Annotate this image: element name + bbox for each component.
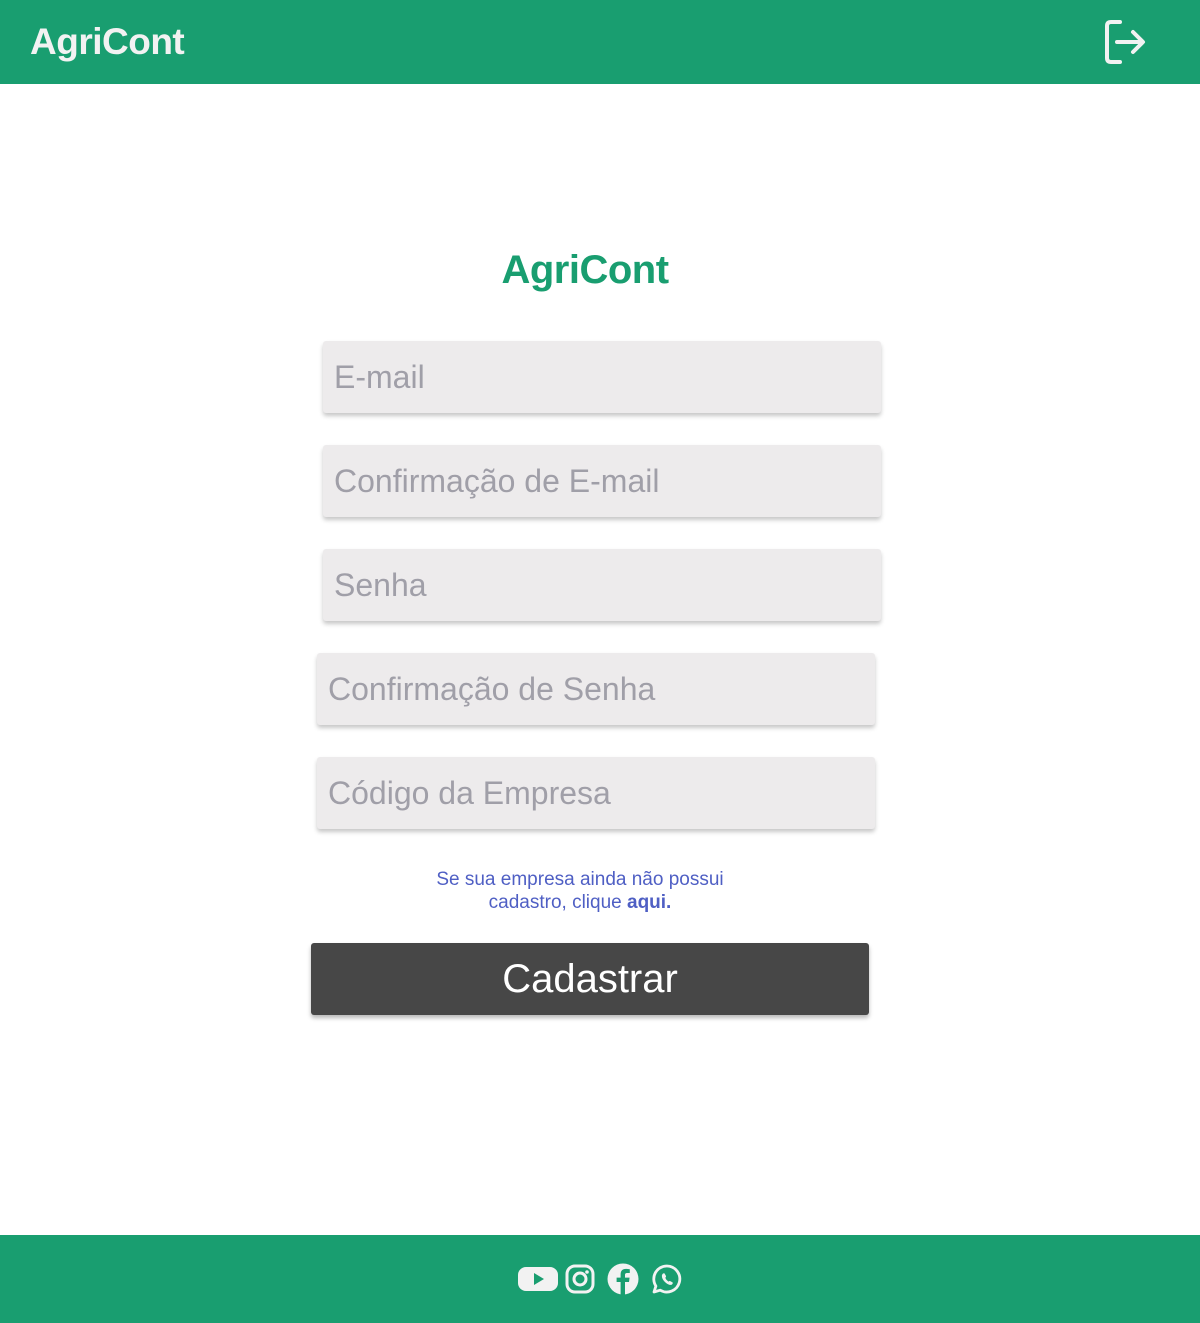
page: AgriCont AgriCont Se sua empresa ainda n…: [0, 0, 1200, 1323]
footer: [0, 1235, 1200, 1323]
register-button[interactable]: Cadastrar: [311, 943, 869, 1015]
instagram-link[interactable]: [565, 1262, 595, 1296]
facebook-link[interactable]: [606, 1262, 640, 1296]
company-code-field[interactable]: [317, 757, 875, 829]
app-title: AgriCont: [30, 21, 185, 62]
form-title: AgriCont: [501, 248, 669, 292]
logout-icon: [1105, 20, 1145, 64]
hint-line-2: cadastro, clique aqui.: [410, 891, 750, 914]
instagram-icon: [565, 1264, 595, 1294]
hint-line-2-text: cadastro, clique: [488, 892, 627, 913]
youtube-icon: [518, 1267, 558, 1291]
email-confirm-field[interactable]: [323, 445, 881, 517]
register-company-link[interactable]: aqui.: [627, 892, 671, 913]
top-bar: AgriCont: [0, 0, 1200, 84]
email-field[interactable]: [323, 341, 881, 413]
register-company-hint: Se sua empresa ainda não possui cadastro…: [410, 868, 750, 914]
youtube-link[interactable]: [518, 1262, 558, 1296]
hint-line-1: Se sua empresa ainda não possui: [436, 869, 724, 890]
facebook-icon: [607, 1263, 639, 1295]
whatsapp-icon: [652, 1264, 682, 1294]
whatsapp-link[interactable]: [651, 1262, 683, 1296]
logout-button[interactable]: [1102, 18, 1148, 66]
password-confirm-field[interactable]: [317, 653, 875, 725]
password-field[interactable]: [323, 549, 881, 621]
